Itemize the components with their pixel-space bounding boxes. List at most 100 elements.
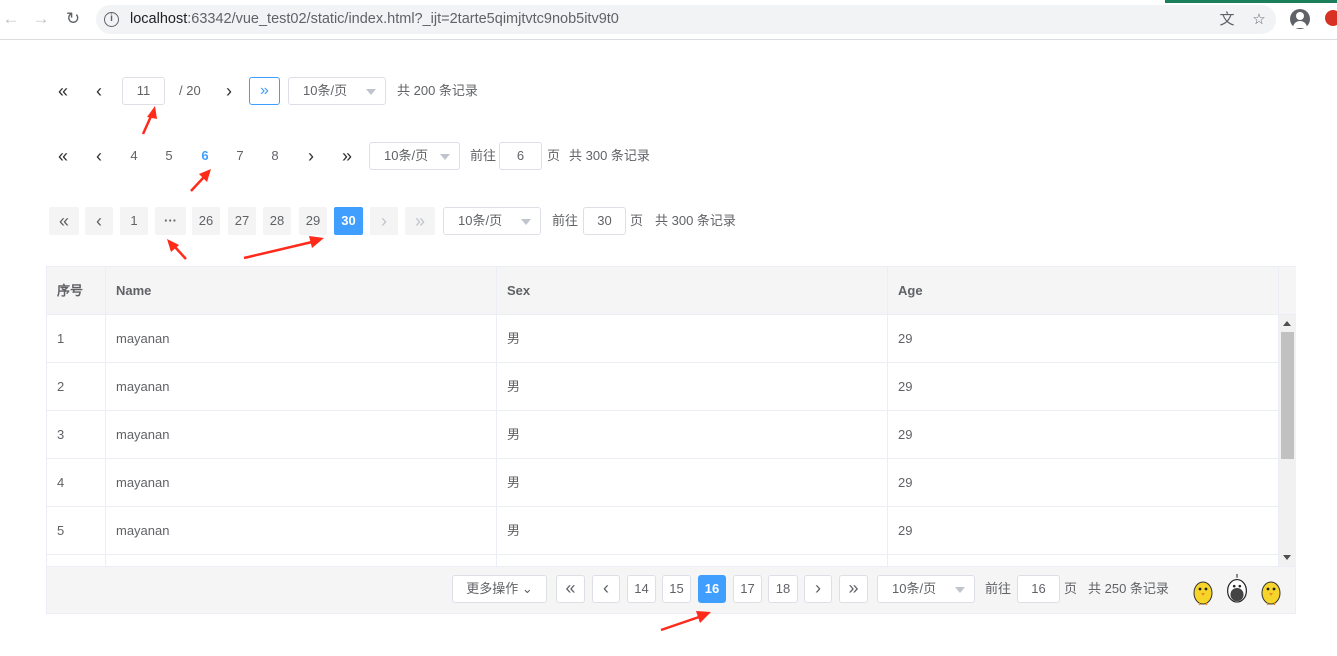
page-item[interactable]: 7 — [230, 142, 250, 170]
last-page-icon[interactable]: » — [405, 207, 435, 235]
last-page-icon[interactable]: » — [839, 575, 868, 603]
page-size-select[interactable]: 10条/页 — [877, 575, 975, 603]
table-row[interactable]: 5 mayanan 男 29 — [47, 507, 1279, 555]
cell-name: mayanan — [106, 411, 497, 458]
last-page-icon[interactable]: » — [336, 142, 358, 170]
prev-page-icon[interactable]: ‹ — [90, 142, 108, 170]
next-page-icon[interactable]: › — [804, 575, 832, 603]
table-row[interactable]: 4 mayanan 男 29 — [47, 459, 1279, 507]
page-item-active[interactable]: 16 — [698, 575, 726, 603]
page-size-select[interactable]: 10条/页 — [288, 77, 386, 105]
reload-icon[interactable]: ↻ — [62, 8, 84, 30]
page-size-value: 10条/页 — [458, 213, 503, 228]
annotation-arrow — [167, 239, 187, 260]
column-header-index[interactable]: 序号 — [47, 267, 106, 314]
address-bar[interactable]: i localhost:63342/vue_test02/static/inde… — [96, 5, 1276, 34]
page-size-select[interactable]: 10条/页 — [369, 142, 460, 170]
data-table: 序号 Name Sex Age 1 mayanan 男 29 2 mayanan 男 29 3 m… — [46, 266, 1296, 614]
cell-age: 29 — [888, 411, 1279, 458]
last-page-icon[interactable]: » — [249, 77, 280, 105]
table-scrollbar[interactable] — [1279, 315, 1296, 566]
annotation-arrow — [243, 236, 324, 260]
active-tab-edge — [1165, 0, 1337, 3]
page-item[interactable]: 8 — [265, 142, 285, 170]
page-item[interactable]: 28 — [263, 207, 291, 235]
extension-icon[interactable] — [1325, 10, 1337, 26]
cell-index: 3 — [47, 411, 106, 458]
page-item[interactable]: 15 — [662, 575, 691, 603]
page-size-select[interactable]: 10条/页 — [443, 207, 541, 235]
address-url[interactable]: localhost:63342/vue_test02/static/index.… — [130, 11, 619, 27]
table-cell — [47, 555, 106, 566]
next-page-icon[interactable]: › — [370, 207, 398, 235]
table-row[interactable]: 1 mayanan 男 29 — [47, 315, 1279, 363]
goto-unit-label: 页 — [1064, 581, 1078, 596]
page-item[interactable]: 1 — [120, 207, 148, 235]
caret-down-icon — [366, 89, 376, 95]
column-header-age[interactable]: Age — [888, 267, 1279, 314]
page-item-active[interactable]: 6 — [195, 142, 215, 170]
page-item[interactable]: 18 — [768, 575, 798, 603]
cell-sex: 男 — [497, 459, 888, 506]
cell-name: mayanan — [106, 459, 497, 506]
cell-age: 29 — [888, 315, 1279, 362]
scroll-thumb[interactable] — [1281, 332, 1294, 459]
profile-avatar-icon[interactable] — [1290, 9, 1310, 29]
goto-page-input[interactable]: 30 — [583, 207, 626, 235]
ellipsis-more-icon[interactable]: ··· — [155, 207, 186, 235]
page-item[interactable]: 17 — [733, 575, 762, 603]
column-header-name[interactable]: Name — [106, 267, 497, 314]
forward-icon[interactable]: → — [30, 8, 52, 30]
page-item[interactable]: 29 — [299, 207, 327, 235]
goto-label: 前往 — [552, 213, 579, 228]
prev-page-icon[interactable]: ‹ — [85, 207, 113, 235]
cell-sex: 男 — [497, 411, 888, 458]
page-item-active[interactable]: 30 — [334, 207, 363, 235]
table-row[interactable]: 2 mayanan 男 29 — [47, 363, 1279, 411]
first-page-icon[interactable]: « — [52, 77, 74, 105]
yellow-bird-icon — [1193, 581, 1213, 606]
total-records-label: 共 300 条记录 — [569, 148, 650, 163]
next-page-icon[interactable]: › — [302, 142, 320, 170]
more-actions-dropdown[interactable]: 更多操作 ⌄ — [452, 575, 547, 603]
first-page-icon[interactable]: « — [556, 575, 585, 603]
total-pages-label: / 20 — [179, 83, 201, 98]
goto-page-input[interactable]: 6 — [499, 142, 542, 170]
url-path: :63342/vue_test02/static/index.html?_ijt… — [187, 11, 619, 27]
current-page-input[interactable]: 11 — [122, 77, 165, 105]
caret-down-icon — [521, 219, 531, 225]
first-page-icon[interactable]: « — [49, 207, 79, 235]
next-page-icon[interactable]: › — [220, 77, 238, 105]
goto-page-input[interactable]: 16 — [1017, 575, 1060, 603]
table-header: 序号 Name Sex Age — [47, 267, 1279, 315]
goto-label: 前往 — [985, 581, 1012, 596]
annotation-arrow — [190, 169, 211, 192]
first-page-icon[interactable]: « — [52, 142, 74, 170]
cell-name: mayanan — [106, 507, 497, 554]
page-item[interactable]: 14 — [627, 575, 656, 603]
page-item[interactable]: 26 — [192, 207, 220, 235]
header-gutter — [1279, 267, 1296, 315]
cell-age: 29 — [888, 363, 1279, 410]
total-records-label: 共 200 条记录 — [397, 83, 478, 98]
table-row[interactable]: 3 mayanan 男 29 — [47, 411, 1279, 459]
back-icon[interactable]: ← — [0, 8, 22, 30]
page-size-value: 10条/页 — [303, 83, 348, 98]
table-cell — [106, 555, 497, 566]
goto-unit-label: 页 — [630, 213, 644, 228]
scroll-up-icon[interactable] — [1283, 321, 1291, 326]
scroll-down-icon[interactable] — [1283, 555, 1291, 560]
prev-page-icon[interactable]: ‹ — [592, 575, 620, 603]
site-info-icon[interactable]: i — [104, 12, 119, 27]
cell-index: 4 — [47, 459, 106, 506]
translate-icon[interactable]: 文 — [1218, 11, 1236, 29]
page-item[interactable]: 4 — [124, 142, 144, 170]
star-icon[interactable]: ☆ — [1250, 11, 1268, 29]
page-item[interactable]: 27 — [228, 207, 256, 235]
cell-name: mayanan — [106, 363, 497, 410]
column-header-sex[interactable]: Sex — [497, 267, 888, 314]
total-records-label: 共 250 条记录 — [1088, 581, 1169, 596]
cell-age: 29 — [888, 459, 1279, 506]
prev-page-icon[interactable]: ‹ — [90, 77, 108, 105]
page-item[interactable]: 5 — [159, 142, 179, 170]
